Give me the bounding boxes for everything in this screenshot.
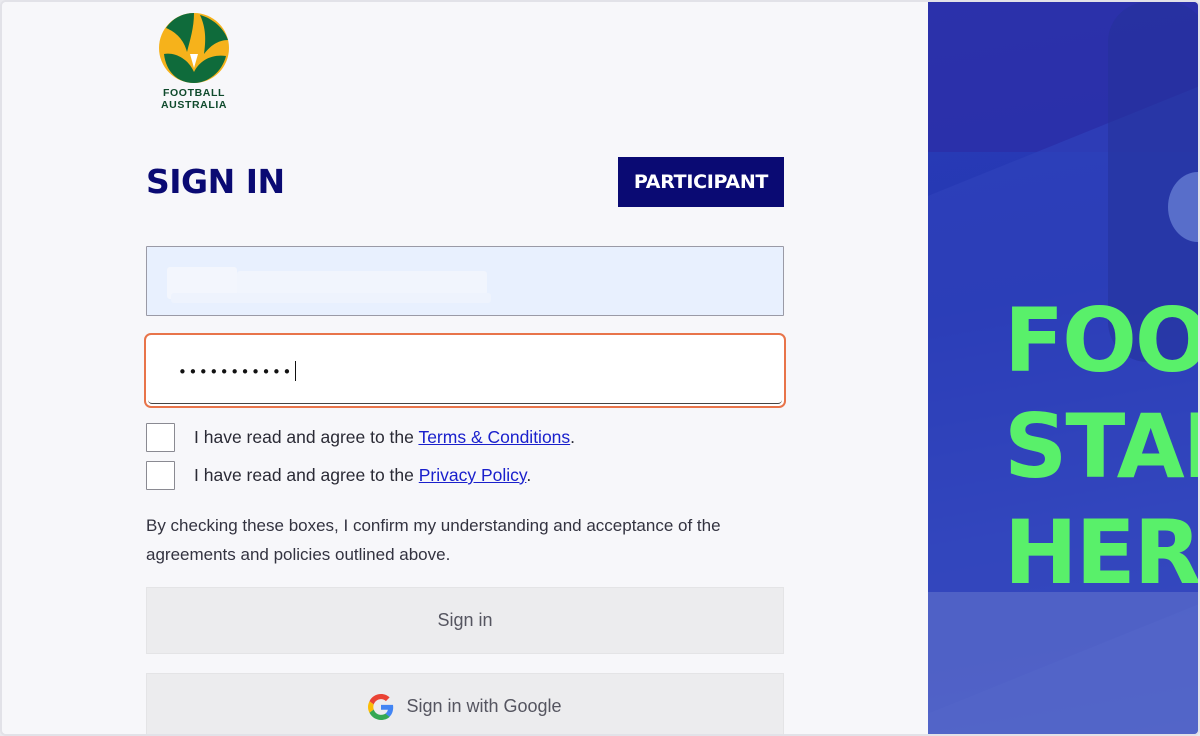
- terms-prefix: I have read and agree to the: [194, 427, 419, 447]
- hero-background: [928, 592, 1198, 734]
- privacy-prefix: I have read and agree to the: [194, 465, 419, 485]
- confirm-text: By checking these boxes, I confirm my un…: [146, 516, 721, 564]
- logo-line-2: AUSTRALIA: [160, 99, 228, 111]
- page-title: SIGN IN: [146, 162, 285, 201]
- privacy-checkbox[interactable]: [146, 461, 175, 490]
- football-logo-icon: [159, 13, 229, 83]
- sign-in-panel: FOOTBALL AUSTRALIA SIGN IN PARTICIPANT •…: [2, 2, 928, 734]
- privacy-label: I have read and agree to the Privacy Pol…: [194, 465, 531, 486]
- email-value-redacted: [237, 271, 487, 295]
- privacy-row: I have read and agree to the Privacy Pol…: [146, 461, 531, 490]
- hero-line-3: HER: [1004, 501, 1200, 604]
- google-sign-in-button[interactable]: Sign in with Google: [146, 673, 784, 734]
- hero-panel: FOO STAR HER: [928, 2, 1200, 734]
- password-mask: •••••••••••: [178, 363, 293, 381]
- terms-label: I have read and agree to the Terms & Con…: [194, 427, 575, 448]
- hero-headline: FOO STAR HER: [1004, 288, 1200, 606]
- privacy-link[interactable]: Privacy Policy: [419, 465, 527, 485]
- participant-badge: PARTICIPANT: [618, 157, 784, 207]
- logo-wordmark: FOOTBALL AUSTRALIA: [152, 87, 236, 111]
- hero-line-1: FOO: [1004, 289, 1200, 392]
- privacy-suffix: .: [526, 465, 532, 485]
- email-value-redacted: [171, 293, 491, 303]
- terms-row: I have read and agree to the Terms & Con…: [146, 423, 575, 452]
- text-caret: [294, 361, 297, 381]
- email-field[interactable]: [146, 246, 784, 316]
- password-field[interactable]: •••••••••••: [144, 333, 786, 408]
- terms-link[interactable]: Terms & Conditions: [418, 427, 570, 447]
- browser-frame: FOOTBALL AUSTRALIA SIGN IN PARTICIPANT •…: [0, 0, 1200, 736]
- terms-checkbox[interactable]: [146, 423, 175, 452]
- google-sign-in-label: Sign in with Google: [406, 696, 562, 716]
- hero-line-2: STAR: [1004, 395, 1198, 498]
- google-icon: [368, 693, 394, 720]
- terms-suffix: .: [570, 427, 576, 447]
- sign-in-label: Sign in: [437, 610, 493, 630]
- logo-line-1: FOOTBALL: [163, 87, 225, 99]
- sign-in-button[interactable]: Sign in: [146, 587, 784, 654]
- password-value: •••••••••••: [178, 361, 297, 382]
